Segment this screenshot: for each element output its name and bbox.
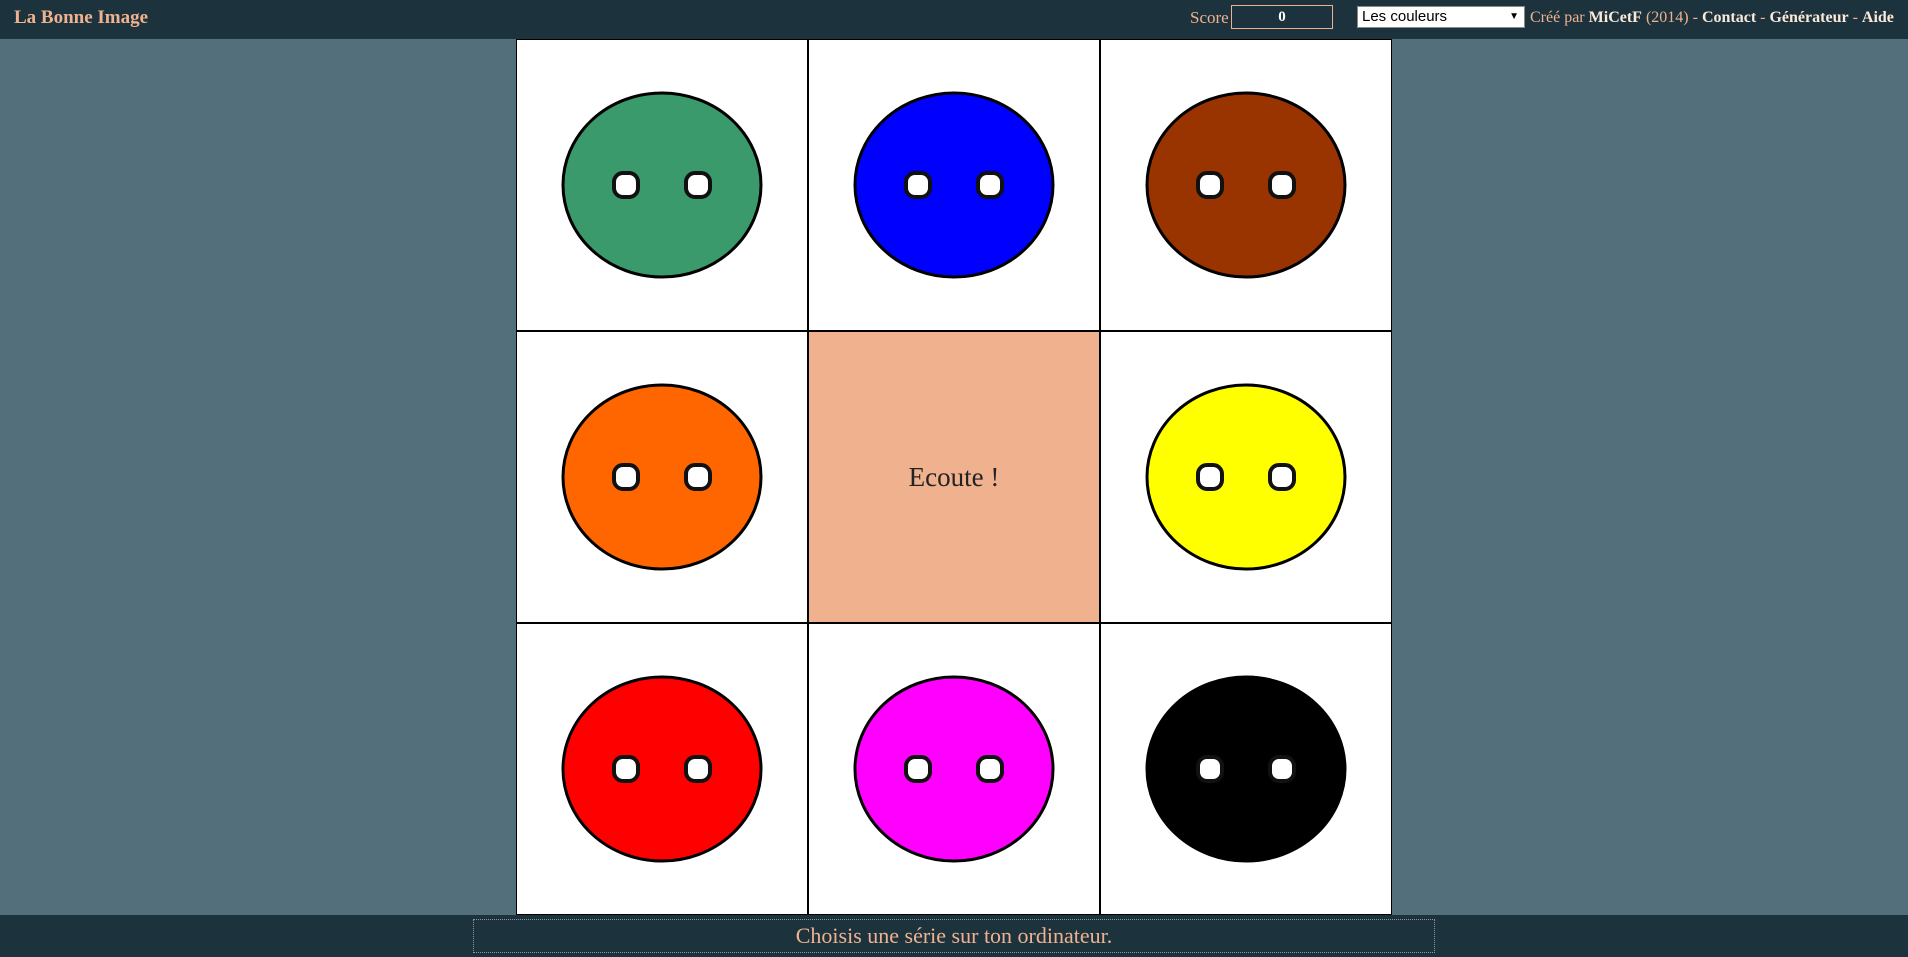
credits: Créé par MiCetF (2014) - Contact - Génér… bbox=[1530, 0, 1894, 39]
red-button-icon bbox=[561, 675, 763, 863]
green-button-icon bbox=[561, 91, 763, 279]
black-button-icon bbox=[1145, 675, 1347, 863]
credits-year: (2014) - bbox=[1645, 9, 1698, 26]
separator: - bbox=[1760, 9, 1766, 26]
image-cell-blue[interactable] bbox=[808, 39, 1100, 331]
game-board: Ecoute ! bbox=[516, 39, 1392, 915]
series-select[interactable]: Les couleurs ▼ bbox=[1357, 6, 1525, 28]
contact-link[interactable]: Contact bbox=[1702, 9, 1756, 26]
yellow-button-icon bbox=[1145, 383, 1347, 571]
dropdown-arrow-icon: ▼ bbox=[1509, 11, 1519, 22]
separator: - bbox=[1852, 9, 1858, 26]
help-link[interactable]: Aide bbox=[1862, 9, 1894, 26]
image-cell-green[interactable] bbox=[516, 39, 808, 331]
score-value: 0 bbox=[1231, 5, 1333, 29]
footer-bar: Choisis une série sur ton ordinateur. bbox=[0, 915, 1908, 957]
orange-button-icon bbox=[561, 383, 763, 571]
image-cell-magenta[interactable] bbox=[808, 623, 1100, 915]
instruction-message: Choisis une série sur ton ordinateur. bbox=[473, 919, 1435, 953]
listen-label: Ecoute ! bbox=[908, 462, 1000, 492]
author-link[interactable]: MiCetF bbox=[1589, 9, 1642, 26]
series-select-value: Les couleurs bbox=[1362, 8, 1448, 25]
listen-button[interactable]: Ecoute ! bbox=[808, 331, 1100, 623]
credits-prefix: Créé par bbox=[1530, 9, 1585, 26]
app-title: La Bonne Image bbox=[14, 7, 149, 28]
top-bar: La Bonne Image Score 0 Les couleurs ▼ Cr… bbox=[0, 0, 1908, 39]
magenta-button-icon bbox=[853, 675, 1055, 863]
image-cell-yellow[interactable] bbox=[1100, 331, 1392, 623]
score-label: Score bbox=[1190, 8, 1229, 27]
image-cell-brown[interactable] bbox=[1100, 39, 1392, 331]
image-cell-black[interactable] bbox=[1100, 623, 1392, 915]
brown-button-icon bbox=[1145, 91, 1347, 279]
image-cell-orange[interactable] bbox=[516, 331, 808, 623]
blue-button-icon bbox=[853, 91, 1055, 279]
image-cell-red[interactable] bbox=[516, 623, 808, 915]
generator-link[interactable]: Générateur bbox=[1769, 9, 1848, 26]
